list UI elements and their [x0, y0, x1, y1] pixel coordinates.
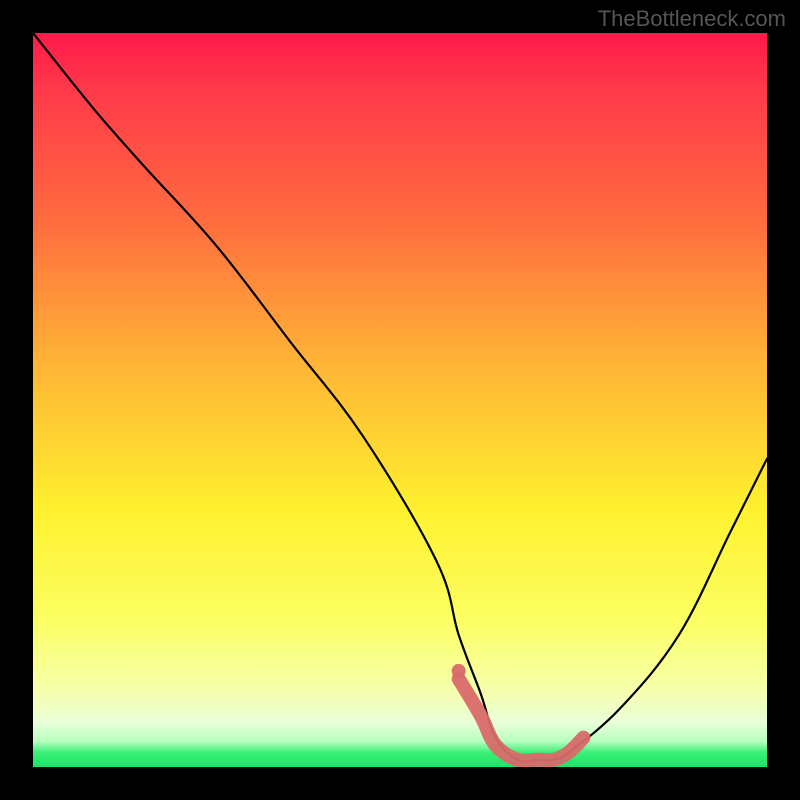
highlight-start-dot — [452, 664, 466, 678]
curve-svg — [33, 33, 767, 767]
highlight-segment — [459, 679, 584, 761]
bottleneck-curve — [33, 33, 767, 761]
plot-area — [33, 33, 767, 767]
watermark-text: TheBottleneck.com — [598, 6, 786, 32]
chart-container: TheBottleneck.com — [0, 0, 800, 800]
